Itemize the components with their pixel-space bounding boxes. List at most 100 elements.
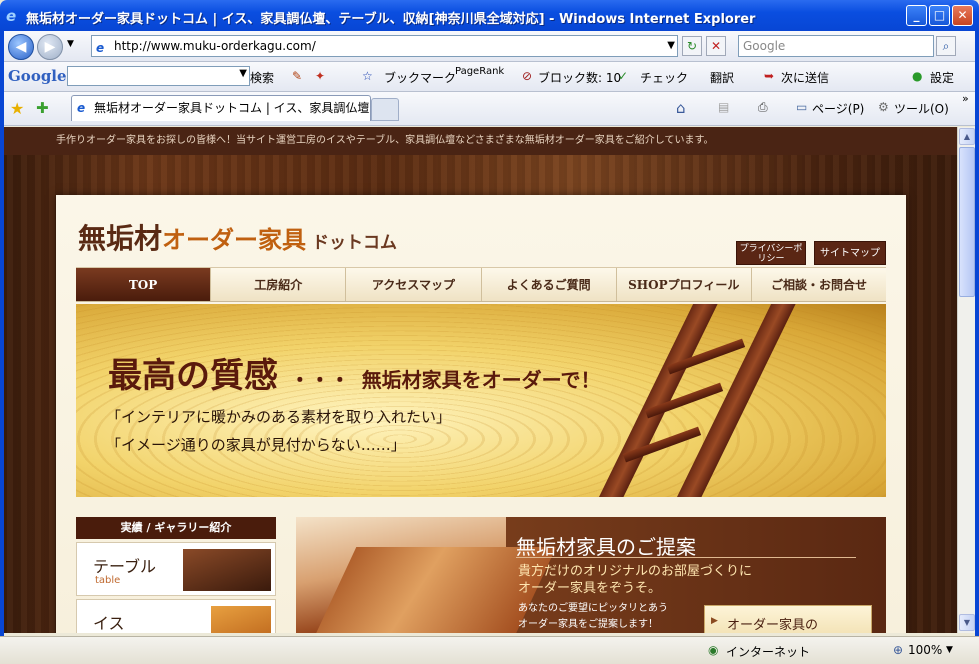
logo-part-1: 無垢材	[78, 222, 163, 255]
send-to-button[interactable]: 次に送信	[781, 69, 829, 86]
proposal-heading: 無垢材家具のご提案	[516, 535, 696, 559]
send-to-icon[interactable]: ➥	[764, 69, 774, 83]
minimize-button[interactable]: _	[906, 5, 927, 26]
add-favorite-icon[interactable]: ✚	[36, 99, 49, 117]
site-logo[interactable]: 無垢材オーダー家具 ドットコム	[78, 217, 397, 257]
chair-thumbnail	[211, 606, 271, 633]
sitemap-button[interactable]: サイトマップ	[814, 241, 886, 265]
intro-text: 手作りオーダー家具をお探しの皆様へ！当サイト運営工房のイスやテーブル、家具調仏壇…	[4, 127, 957, 155]
forward-button[interactable]: ▶	[37, 34, 63, 60]
table-thumbnail	[183, 549, 271, 591]
google-search-input[interactable]: ▼	[67, 66, 250, 86]
blocked-count[interactable]: ブロック数: 10	[538, 69, 621, 86]
google-search-button[interactable]: 検索	[250, 69, 274, 86]
puzzle-icon[interactable]: ✦	[315, 69, 325, 83]
gallery-sidebar: 実績 / ギャラリー紹介 テーブル table イス	[76, 517, 276, 633]
address-toolbar: ◀ ▶ ▼ e http://www.muku-orderkagu.com/ ▼…	[4, 31, 975, 62]
security-zone: インターネット	[726, 645, 811, 659]
nav-top[interactable]: TOP	[76, 268, 212, 301]
window-frame-right	[975, 31, 979, 636]
back-button[interactable]: ◀	[8, 34, 34, 60]
hero-dots: ・・・	[289, 368, 350, 392]
page-menu-button[interactable]: ページ(P)	[812, 100, 864, 117]
window-title: 無垢材オーダー家具ドットコム | イス、家具調仏壇、テーブル、収納[神奈川県全域…	[26, 12, 756, 27]
tools-gear-icon[interactable]: ⚙	[878, 100, 889, 114]
scroll-down-icon[interactable]: ▼	[959, 614, 975, 631]
address-input[interactable]: e http://www.muku-orderkagu.com/ ▼	[91, 35, 678, 57]
zoom-icon[interactable]: ⊕	[893, 643, 903, 657]
tools-menu-button[interactable]: ツール(O)	[894, 100, 949, 117]
proposal-body-2: オーダー家具をご提案します！	[518, 619, 658, 630]
nav-contact[interactable]: ご相談・お問合せ	[751, 268, 887, 301]
stop-icon[interactable]: ✕	[706, 36, 726, 56]
url-text: http://www.muku-orderkagu.com/	[114, 39, 316, 53]
check-button[interactable]: チェック	[640, 69, 688, 86]
gallery-heading: 実績 / ギャラリー紹介	[76, 517, 276, 539]
status-bar: ◉ インターネット ⊕ 100% ▼	[0, 636, 979, 664]
tab-active[interactable]: e 無垢材オーダー家具ドットコム | イス、家具調仏壇、テ...	[71, 95, 371, 121]
gallery-item-title: イス	[93, 614, 125, 633]
proposal-sub-2: オーダー家具をぞうそ。	[518, 581, 662, 596]
title-bar: e 無垢材オーダー家具ドットコム | イス、家具調仏壇、テーブル、収納[神奈川県…	[0, 0, 979, 31]
tab-label: 無垢材オーダー家具ドットコム | イス、家具調仏壇、テ...	[94, 101, 370, 115]
new-tab-button[interactable]	[371, 98, 399, 121]
settings-icon[interactable]: ●	[912, 69, 922, 83]
print-icon[interactable]: ⎙	[758, 100, 768, 115]
history-dropdown-icon[interactable]: ▼	[67, 39, 74, 49]
privacy-policy-button[interactable]: プライバシーポリシー	[736, 241, 806, 265]
google-logo: Google	[8, 67, 67, 85]
hero-line-1: 「インテリアに暖かみのある素材を取り入れたい」	[106, 408, 452, 426]
nav-access-map[interactable]: アクセスマップ	[346, 268, 482, 301]
hero-subheadline: 無垢材家具をオーダーで！	[361, 368, 601, 392]
proposal-sub-1: 貴方だけのオリジナルのお部屋づくりに	[518, 564, 753, 579]
highlight-icon[interactable]: ✎	[292, 69, 302, 83]
close-button[interactable]: ✕	[952, 5, 973, 26]
bookmarks-button[interactable]: ブックマーク	[384, 69, 456, 86]
scroll-up-icon[interactable]: ▲	[959, 128, 975, 145]
vertical-scrollbar[interactable]: ▲ ▼	[957, 127, 975, 633]
page-icon: e	[96, 41, 105, 55]
nav-workshop[interactable]: 工房紹介	[211, 268, 347, 301]
zoom-dropdown-icon[interactable]: ▼	[946, 645, 953, 655]
gallery-item-table[interactable]: テーブル table	[76, 542, 276, 596]
hero-headline-main: 最高の質感	[108, 356, 278, 396]
order-button-label: オーダー家具の	[727, 618, 819, 633]
zoom-level[interactable]: 100%	[908, 643, 942, 657]
gallery-item-sub: table	[95, 575, 121, 586]
globe-icon: ◉	[708, 643, 719, 657]
ie-logo-icon: e	[6, 7, 17, 25]
gallery-item-chair[interactable]: イス	[76, 599, 276, 633]
spellcheck-icon[interactable]: ✓	[618, 69, 628, 83]
scroll-thumb[interactable]	[959, 147, 975, 297]
arrow-icon: ▶	[711, 616, 718, 626]
favorites-star-icon[interactable]: ★	[10, 99, 24, 118]
proposal-divider	[516, 557, 856, 558]
settings-button[interactable]: 設定	[930, 69, 954, 86]
search-icon[interactable]: ⌕	[936, 36, 956, 56]
refresh-icon[interactable]: ↻	[682, 36, 702, 56]
page-viewport: 手作りオーダー家具をお探しの皆様へ！当サイト運営工房のイスやテーブル、家具調仏壇…	[4, 127, 957, 633]
main-nav: TOP 工房紹介 アクセスマップ よくあるご質問 SHOPプロフィール ご相談・…	[76, 267, 887, 302]
search-input[interactable]: Google	[738, 35, 934, 57]
nav-faq[interactable]: よくあるご質問	[481, 268, 617, 301]
proposal-banner: 無垢材家具のご提案 貴方だけのオリジナルのお部屋づくりに オーダー家具をぞうそ。 …	[296, 517, 886, 633]
translate-button[interactable]: 翻訳	[710, 69, 734, 86]
popup-blocker-icon: ⊘	[522, 69, 533, 83]
site-container: 無垢材オーダー家具 ドットコム プライバシーポリシー サイトマップ TOP 工房紹…	[56, 195, 906, 633]
feeds-icon[interactable]: ▤	[718, 100, 729, 114]
star-icon[interactable]: ☆	[362, 69, 373, 83]
page-menu-icon[interactable]: ▭	[796, 100, 807, 114]
nav-shop-profile[interactable]: SHOPプロフィール	[616, 268, 752, 301]
gallery-item-title: テーブル	[93, 557, 157, 576]
chevron-more-icon[interactable]: »	[962, 92, 969, 105]
proposal-sub: 貴方だけのオリジナルのお部屋づくりに オーダー家具をぞうそ。	[518, 563, 752, 597]
maximize-button[interactable]: □	[929, 5, 950, 26]
address-dropdown-icon[interactable]: ▼	[667, 36, 675, 56]
logo-part-2: オーダー家具	[162, 225, 307, 254]
home-icon[interactable]: ⌂	[676, 99, 686, 117]
tab-bar: ★ ✚ e 無垢材オーダー家具ドットコム | イス、家具調仏壇、テ... ⌂ ▤…	[4, 92, 975, 126]
pagerank-label: PageRank	[455, 66, 505, 77]
google-dropdown-icon[interactable]: ▼	[239, 68, 247, 79]
logo-part-3: ドットコム	[312, 233, 398, 253]
order-furniture-button[interactable]: ▶ オーダー家具の	[704, 605, 872, 633]
